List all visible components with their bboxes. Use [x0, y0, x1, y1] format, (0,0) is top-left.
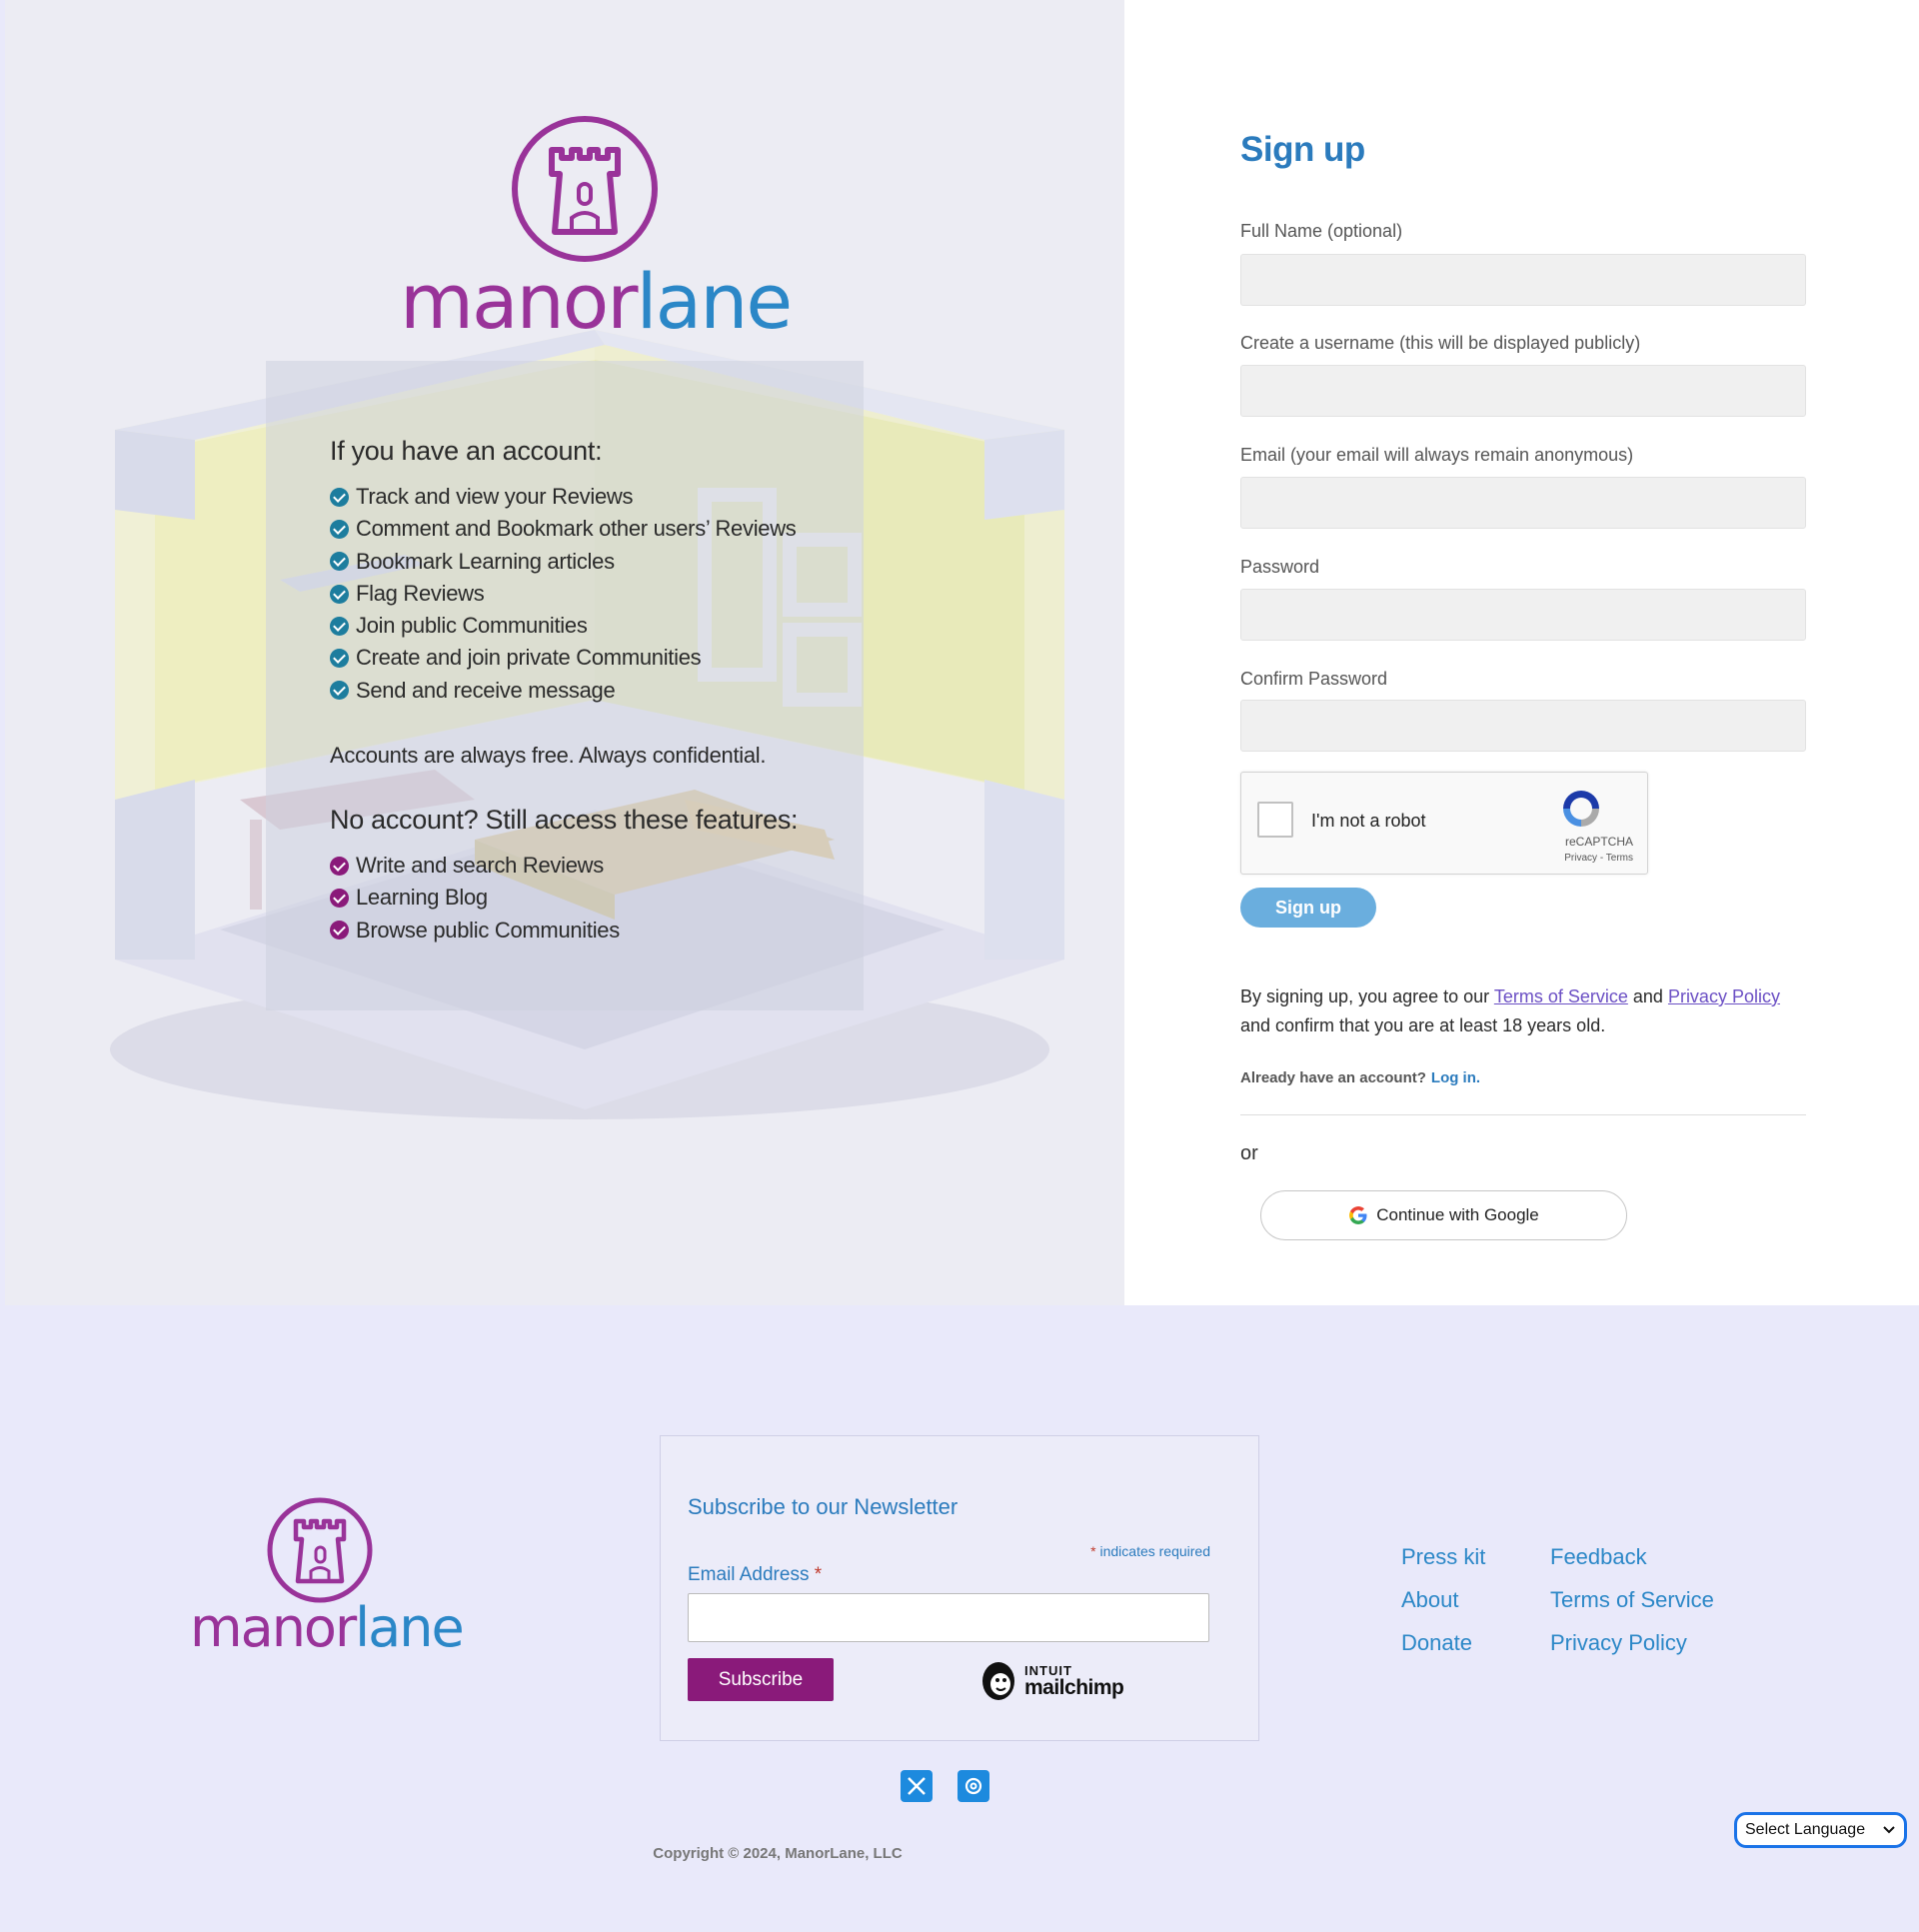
- email-label: Email (your email will always remain ano…: [1240, 445, 1634, 465]
- info-panel: manorlane If you have an account: Track …: [5, 0, 1124, 1305]
- feedback-link[interactable]: Feedback: [1550, 1535, 1714, 1578]
- threads-icon[interactable]: [958, 1770, 989, 1802]
- page-title: Sign up: [1240, 130, 1365, 169]
- signup-panel: Sign up Full Name (optional) Create a us…: [1124, 0, 1919, 1305]
- account-heading: If you have an account:: [330, 436, 603, 466]
- or-separator: or: [1240, 1142, 1258, 1164]
- list-item: Flag Reviews: [330, 578, 890, 610]
- tower-icon: [512, 116, 658, 262]
- divider: [1240, 1114, 1806, 1115]
- login-prompt: Already have an account? Log in.: [1240, 1069, 1481, 1086]
- required-note: * indicates required: [1090, 1543, 1210, 1559]
- full-name-label: Full Name (optional): [1240, 221, 1403, 241]
- terms-agreement: By signing up, you agree to our Terms of…: [1240, 986, 1780, 1035]
- password-input[interactable]: [1240, 589, 1806, 641]
- recaptcha-brand: reCAPTCHA: [1564, 835, 1633, 849]
- check-circle-icon: [330, 519, 349, 539]
- footer-links-col1: Press kit About Donate: [1401, 1535, 1485, 1664]
- email-input[interactable]: [1240, 477, 1806, 529]
- mailchimp-wordmark: INTUIT mailchimp: [1024, 1663, 1124, 1699]
- newsletter-email-input[interactable]: [688, 1593, 1209, 1642]
- check-circle-icon: [330, 616, 349, 636]
- check-circle-icon: [330, 584, 349, 604]
- privacy-link[interactable]: Privacy Policy: [1668, 986, 1780, 1006]
- list-item: Track and view your Reviews: [330, 481, 890, 513]
- account-feature-list: Track and view your Reviews Comment and …: [330, 481, 890, 707]
- footer-terms-link[interactable]: Terms of Service: [1550, 1578, 1714, 1621]
- list-item: Comment and Bookmark other users’ Review…: [330, 513, 890, 545]
- donate-link[interactable]: Donate: [1401, 1621, 1485, 1664]
- full-name-input[interactable]: [1240, 254, 1806, 306]
- google-button-label: Continue with Google: [1376, 1205, 1539, 1224]
- check-circle-icon: [330, 552, 349, 572]
- recaptcha-icon: [1563, 791, 1599, 827]
- free-note: Accounts are always free. Always confide…: [330, 743, 767, 769]
- login-link[interactable]: Log in.: [1431, 1069, 1480, 1086]
- list-item: Write and search Reviews: [330, 850, 890, 882]
- language-select[interactable]: Select Language: [1734, 1812, 1907, 1848]
- x-icon[interactable]: [901, 1770, 933, 1802]
- noaccount-feature-list: Write and search Reviews Learning Blog B…: [330, 850, 890, 947]
- list-item: Send and receive message: [330, 675, 890, 707]
- subscribe-button[interactable]: Subscribe: [688, 1658, 834, 1701]
- password-label: Password: [1240, 557, 1320, 577]
- confirm-password-input[interactable]: [1240, 700, 1806, 752]
- list-item: Learning Blog: [330, 882, 890, 914]
- about-link[interactable]: About: [1401, 1578, 1485, 1621]
- list-item: Create and join private Communities: [330, 642, 890, 674]
- newsletter-email-label: Email Address *: [688, 1564, 823, 1585]
- check-circle-icon: [330, 856, 349, 876]
- footer-logo[interactable]: manorlane: [190, 1497, 465, 1659]
- recaptcha-label: I'm not a robot: [1311, 811, 1426, 831]
- page: manorlane If you have an account: Track …: [0, 0, 1919, 1932]
- brand-wordmark: manorlane: [190, 1596, 465, 1659]
- noaccount-heading: No account? Still access these features:: [330, 805, 799, 836]
- newsletter-title: Subscribe to our Newsletter: [688, 1494, 959, 1519]
- check-circle-icon: [330, 487, 349, 507]
- terms-link[interactable]: Terms of Service: [1494, 986, 1628, 1006]
- list-item: Browse public Communities: [330, 915, 890, 947]
- signup-button[interactable]: Sign up: [1240, 888, 1376, 928]
- copyright: Copyright © 2024, ManorLane, LLC: [653, 1845, 903, 1862]
- recaptcha-terms-link[interactable]: Terms: [1606, 853, 1633, 864]
- footer: manorlane Subscribe to our Newsletter * …: [0, 1305, 1919, 1932]
- mailchimp-badge[interactable]: INTUIT mailchimp: [978, 1659, 1124, 1703]
- tower-icon: [267, 1497, 373, 1603]
- google-signin-button[interactable]: Continue with Google: [1260, 1190, 1627, 1240]
- recaptcha-separator: -: [1597, 853, 1606, 864]
- check-circle-icon: [330, 921, 349, 941]
- google-icon: [1349, 1206, 1367, 1224]
- recaptcha-links: Privacy - Terms: [1564, 853, 1633, 864]
- recaptcha-privacy-link[interactable]: Privacy: [1564, 853, 1597, 864]
- list-item: Join public Communities: [330, 610, 890, 642]
- footer-privacy-link[interactable]: Privacy Policy: [1550, 1621, 1714, 1664]
- check-circle-icon: [330, 649, 349, 669]
- username-label: Create a username (this will be displaye…: [1240, 333, 1641, 353]
- check-circle-icon: [330, 889, 349, 909]
- recaptcha-widget: I'm not a robot reCAPTCHA Privacy - Term…: [1240, 772, 1648, 875]
- press-kit-link[interactable]: Press kit: [1401, 1535, 1485, 1578]
- newsletter-box: Subscribe to our Newsletter * indicates …: [660, 1435, 1259, 1741]
- list-item: Bookmark Learning articles: [330, 546, 890, 578]
- check-circle-icon: [330, 681, 349, 701]
- recaptcha-checkbox[interactable]: [1257, 802, 1293, 838]
- brand-logo[interactable]: manorlane: [400, 114, 793, 346]
- chevron-down-icon: [1883, 1826, 1895, 1834]
- brand-wordmark: manorlane: [400, 257, 793, 346]
- language-select-value: Select Language: [1745, 1821, 1866, 1838]
- confirm-password-label: Confirm Password: [1240, 669, 1388, 689]
- mailchimp-icon: [982, 1662, 1014, 1700]
- features-content: If you have an account: Track and view y…: [330, 436, 890, 947]
- username-input[interactable]: [1240, 365, 1806, 417]
- footer-links-col2: Feedback Terms of Service Privacy Policy: [1550, 1535, 1714, 1664]
